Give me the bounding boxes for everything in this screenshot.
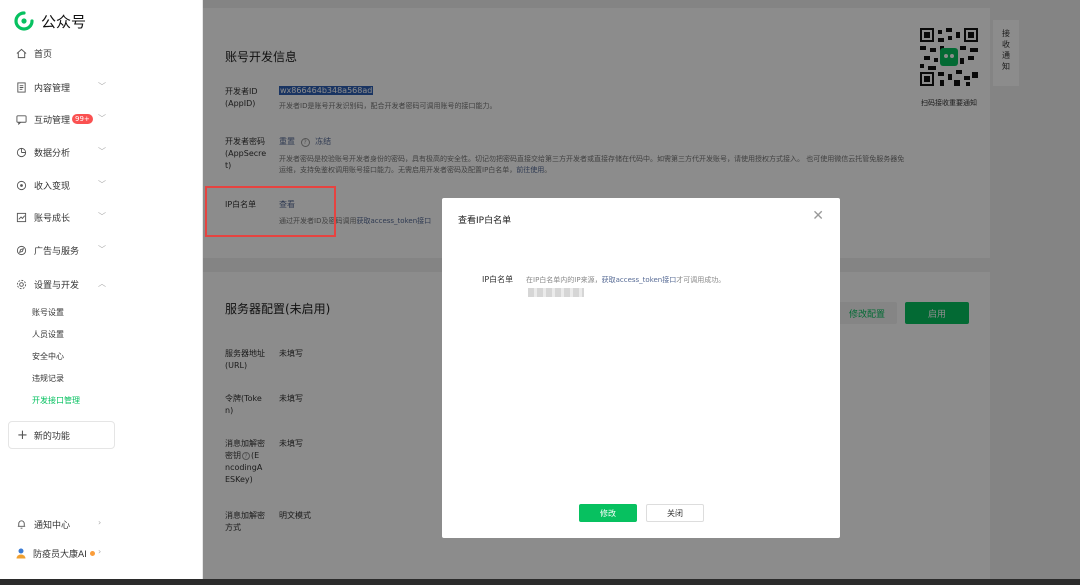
sidebar-item-content[interactable]: 内容管理 ﹀ bbox=[0, 77, 203, 97]
logo-icon bbox=[14, 11, 34, 31]
close-icon[interactable]: ✕ bbox=[812, 208, 824, 224]
chevron-right-icon: › bbox=[98, 518, 102, 527]
blurred-ip-value bbox=[528, 288, 584, 297]
sidebar: 公众号 首页 内容管理 ﹀ 互动管理 99+ ﹀ 数据分析 ﹀ 收入变现 ﹀ 账… bbox=[0, 0, 203, 585]
dialog-ip-desc: 在IP白名单内的IP来源，获取access_token接口才可调用成功。 bbox=[526, 276, 726, 284]
sidebar-item-label: 首页 bbox=[34, 49, 53, 60]
chevron-down-icon: ﹀ bbox=[98, 180, 106, 189]
bell-icon bbox=[15, 518, 27, 530]
user-profile[interactable]: 防疫员大康AI › bbox=[0, 543, 203, 563]
document-icon bbox=[15, 81, 27, 93]
chevron-down-icon: ﹀ bbox=[98, 147, 106, 156]
chevron-down-icon: ﹀ bbox=[98, 114, 106, 123]
sidebar-sub-security[interactable]: 安全中心 bbox=[32, 351, 64, 362]
sidebar-item-ads[interactable]: 广告与服务 ﹀ bbox=[0, 240, 203, 260]
sidebar-item-label: 互动管理 bbox=[34, 115, 71, 126]
modify-button[interactable]: 修改 bbox=[579, 504, 637, 522]
sidebar-item-label: 设置与开发 bbox=[34, 280, 80, 291]
sidebar-item-label: 广告与服务 bbox=[34, 246, 80, 257]
logo[interactable]: 公众号 bbox=[14, 10, 86, 32]
sidebar-item-label: 收入变现 bbox=[34, 181, 71, 192]
compass-icon bbox=[15, 244, 27, 256]
sidebar-item-revenue[interactable]: 收入变现 ﹀ bbox=[0, 175, 203, 195]
status-dot bbox=[89, 550, 95, 556]
app-title: 公众号 bbox=[41, 12, 87, 31]
user-name: 防疫员大康AI bbox=[33, 549, 87, 560]
sidebar-item-growth[interactable]: 账号成长 ﹀ bbox=[0, 207, 203, 227]
close-button[interactable]: 关闭 bbox=[646, 504, 704, 522]
chevron-down-icon: ﹀ bbox=[98, 212, 106, 221]
chevron-down-icon: ﹀ bbox=[98, 245, 106, 254]
sidebar-item-label: 账号成长 bbox=[34, 213, 71, 224]
unread-badge: 99+ bbox=[72, 114, 93, 124]
sidebar-sub-violations[interactable]: 违规记录 bbox=[32, 373, 64, 384]
chevron-up-icon: ︿ bbox=[98, 279, 106, 288]
sidebar-item-label: 数据分析 bbox=[34, 148, 71, 159]
sidebar-sub-staff[interactable]: 人员设置 bbox=[32, 329, 64, 340]
chart-icon bbox=[15, 146, 27, 158]
message-icon bbox=[15, 113, 27, 125]
sidebar-sub-account[interactable]: 账号设置 bbox=[32, 307, 64, 318]
notification-label: 通知中心 bbox=[34, 520, 71, 531]
gear-icon bbox=[15, 278, 27, 290]
plus-icon: + bbox=[17, 427, 28, 443]
home-icon bbox=[15, 47, 27, 59]
coin-icon bbox=[15, 179, 27, 191]
bottom-bar bbox=[0, 579, 1080, 585]
dialog-title: 查看IP白名单 bbox=[458, 216, 512, 226]
notification-center[interactable]: 通知中心 › bbox=[0, 514, 203, 534]
sidebar-item-settings[interactable]: 设置与开发 ︿ bbox=[0, 274, 203, 294]
new-feature-button[interactable]: + 新的功能 bbox=[8, 421, 115, 449]
new-feature-label: 新的功能 bbox=[33, 431, 70, 442]
chevron-right-icon: › bbox=[98, 547, 102, 556]
sidebar-sub-dev-api[interactable]: 开发接口管理 bbox=[32, 395, 80, 406]
avatar bbox=[15, 547, 27, 559]
growth-icon bbox=[15, 211, 27, 223]
sidebar-item-analytics[interactable]: 数据分析 ﹀ bbox=[0, 142, 203, 162]
sidebar-item-label: 内容管理 bbox=[34, 83, 71, 94]
access-token-link[interactable]: 获取access_token接口 bbox=[602, 276, 677, 284]
highlight-box bbox=[205, 186, 336, 237]
chevron-down-icon: ﹀ bbox=[98, 82, 106, 91]
sidebar-item-home[interactable]: 首页 bbox=[0, 43, 203, 63]
sidebar-item-interaction[interactable]: 互动管理 99+ ﹀ bbox=[0, 109, 203, 129]
dialog-ip-label: IP白名单 bbox=[482, 275, 514, 284]
ip-whitelist-dialog: 查看IP白名单 ✕ IP白名单 在IP白名单内的IP来源，获取access_to… bbox=[442, 198, 840, 538]
